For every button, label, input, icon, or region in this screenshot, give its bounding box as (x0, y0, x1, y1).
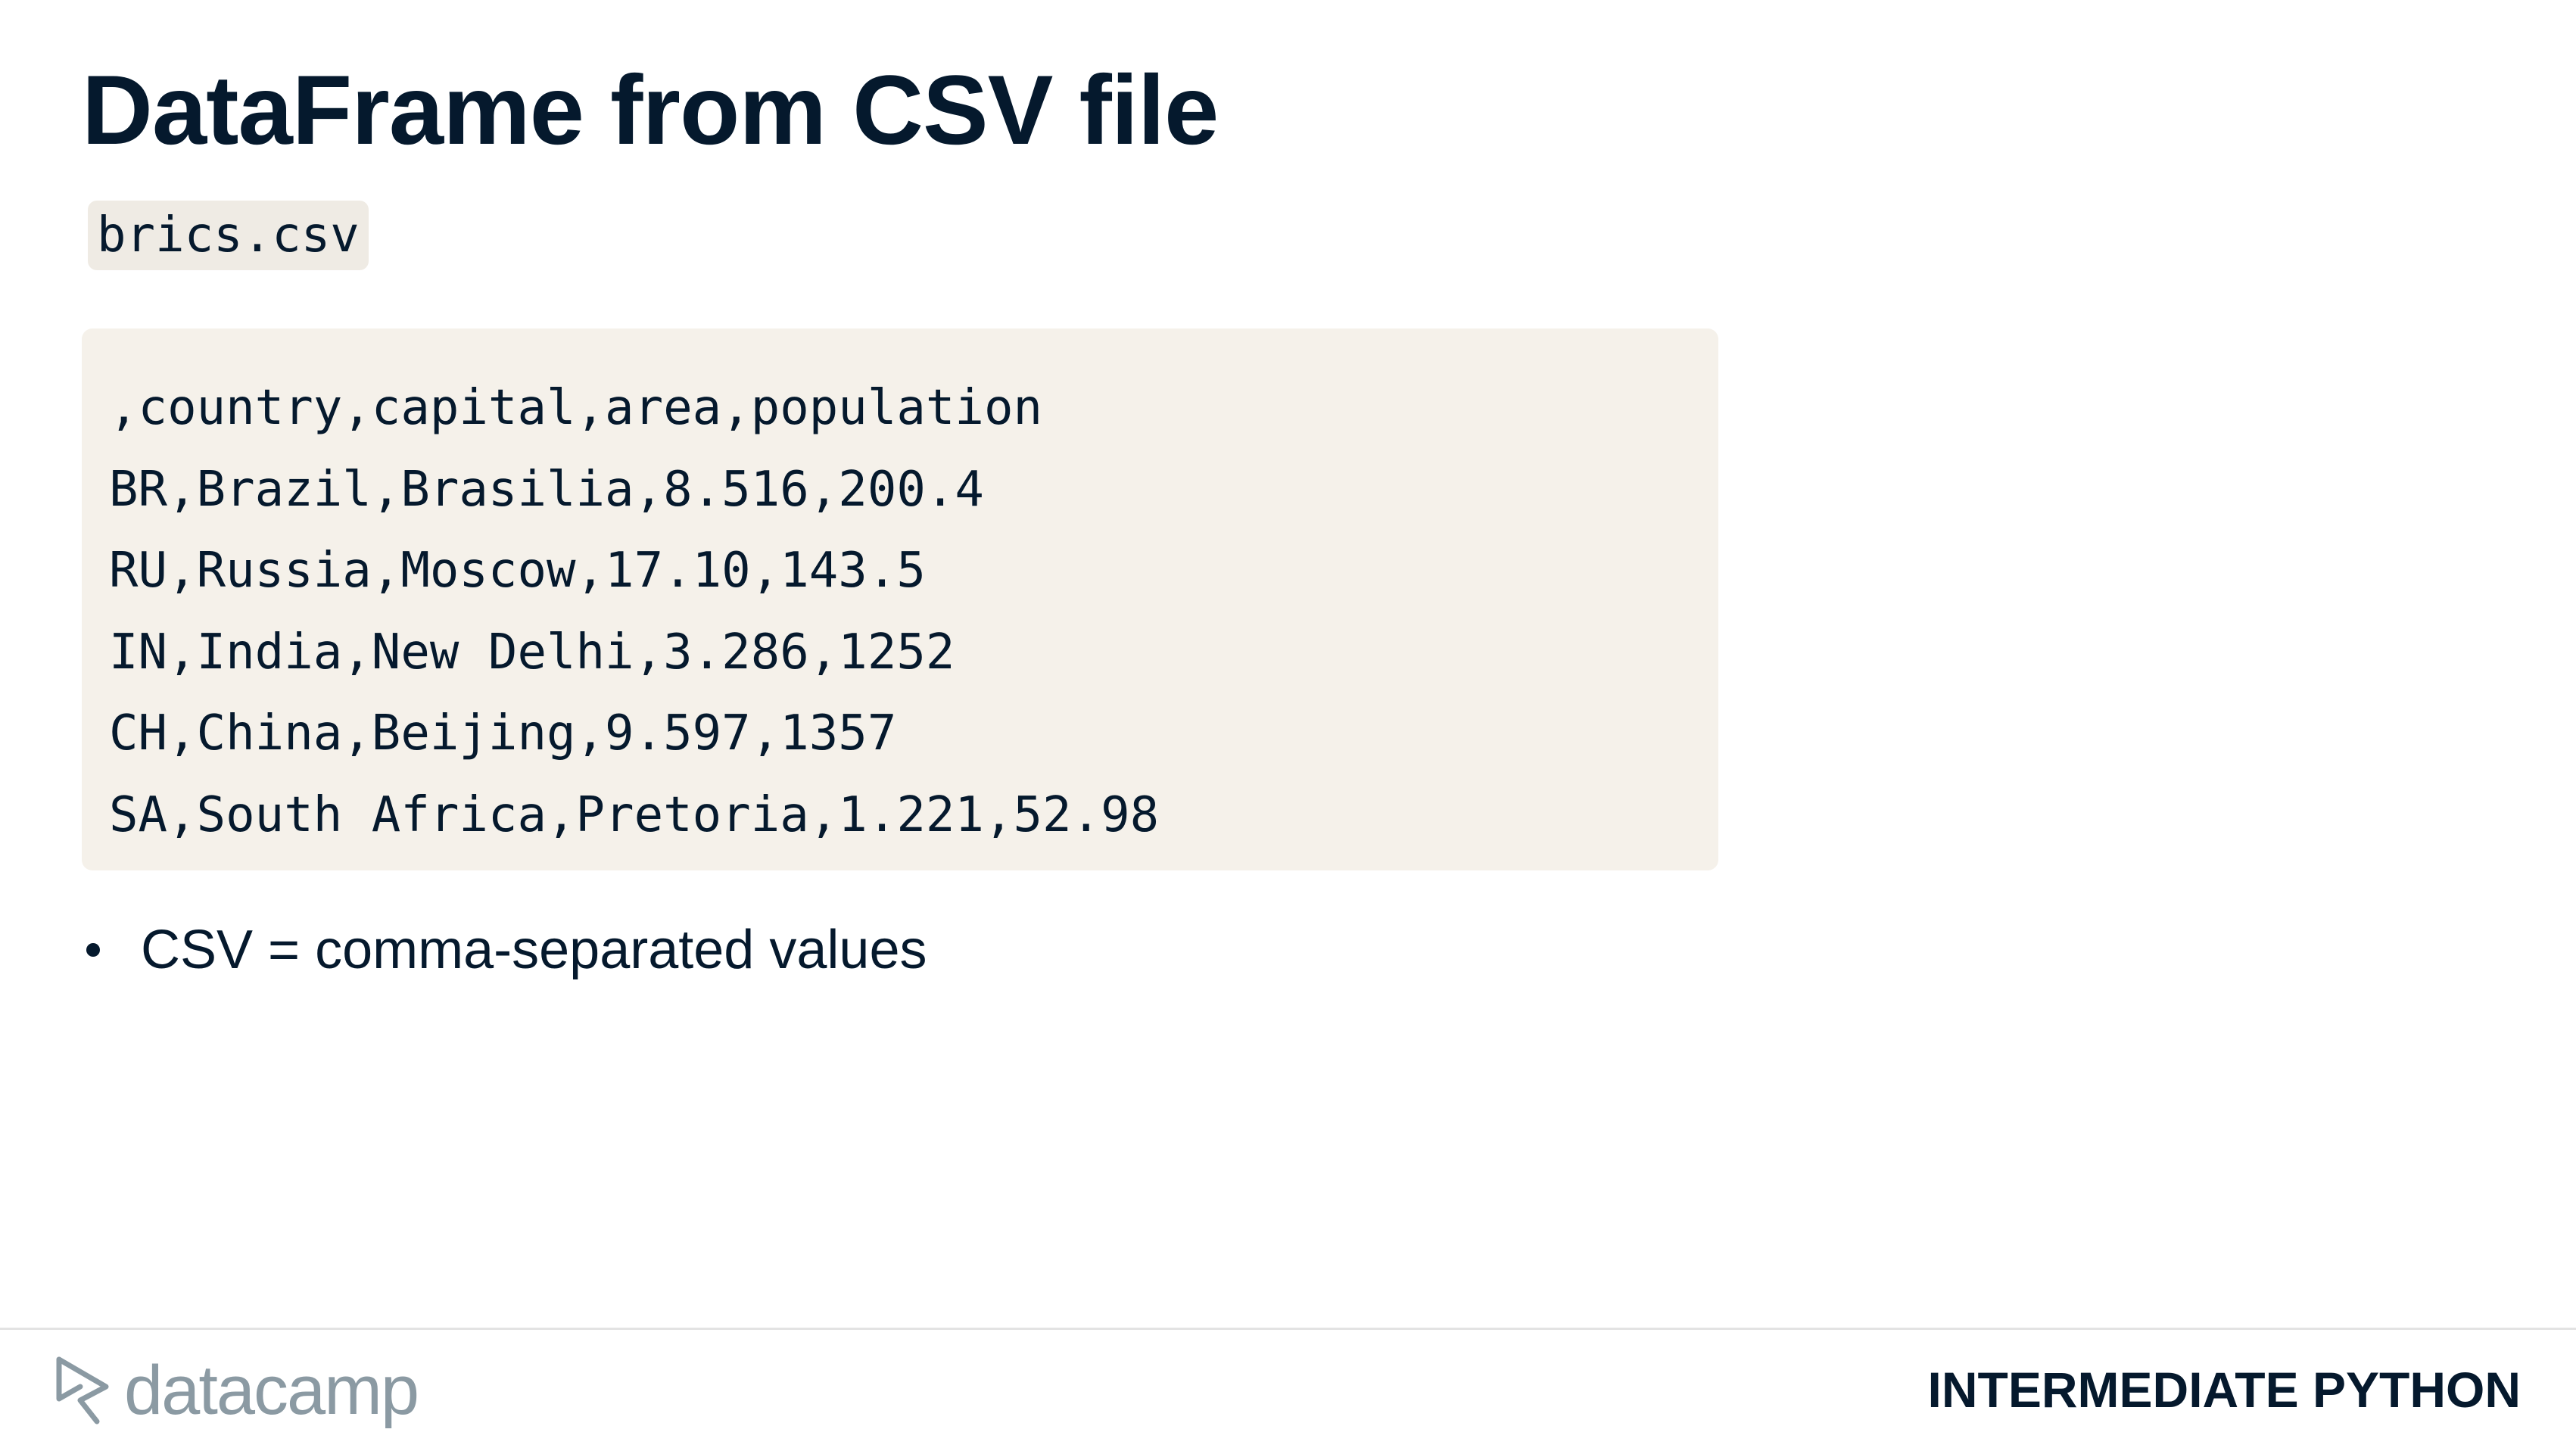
footer-divider (0, 1328, 2576, 1330)
code-line: IN,India,New Delhi,3.286,1252 (109, 624, 955, 680)
code-line: SA,South Africa,Pretoria,1.221,52.98 (109, 786, 1160, 843)
csv-code-block: ,country,capital,area,population BR,Braz… (82, 328, 1718, 870)
bullet-icon (86, 943, 100, 957)
list-item: CSV = comma-separated values (82, 912, 927, 988)
code-line: ,country,capital,area,population (109, 380, 1042, 436)
course-name: INTERMEDIATE PYTHON (1927, 1362, 2521, 1418)
datacamp-logo: datacamp (53, 1349, 419, 1432)
slide-title: DataFrame from CSV file (82, 54, 1219, 165)
code-line: RU,Russia,Moscow,17.10,143.5 (109, 543, 926, 599)
bullet-list: CSV = comma-separated values (82, 912, 927, 988)
datacamp-logo-icon (56, 1356, 109, 1425)
file-name-chip: brics.csv (88, 201, 369, 270)
code-line: BR,Brazil,Brasilia,8.516,200.4 (109, 461, 984, 518)
logo-text: datacamp (124, 1352, 419, 1429)
code-line: CH,China,Beijing,9.597,1357 (109, 705, 897, 761)
bullet-text: CSV = comma-separated values (141, 920, 927, 980)
